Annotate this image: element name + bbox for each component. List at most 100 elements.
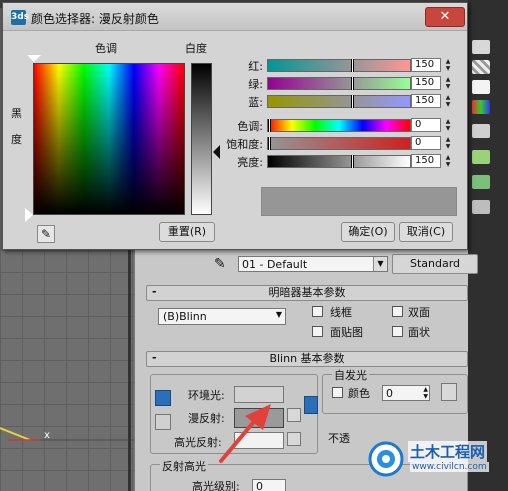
toolbar-icon-6[interactable] [472, 150, 490, 164]
shader-select[interactable]: (B)Blinn ▼ [158, 308, 286, 325]
value-spinner-arrows-icon[interactable]: ▲ ▼ [443, 154, 453, 168]
toolbar-icon-8[interactable] [472, 200, 490, 214]
blue-value-field[interactable]: 150 [411, 94, 441, 108]
hue-slider-thumb[interactable] [268, 119, 271, 132]
material-name-field[interactable]: 01 - Default ▼ [238, 256, 388, 272]
viewport-divider [128, 250, 131, 491]
dialog-titlebar[interactable]: 3ds 颜色选择器: 漫反射颜色 ✕ [3, 3, 467, 31]
blue-slider-thumb[interactable] [351, 95, 354, 108]
hue-spinner-arrows-icon[interactable]: ▲ ▼ [443, 118, 453, 132]
close-button[interactable]: ✕ [425, 7, 465, 27]
face-map-checkbox[interactable] [312, 326, 323, 337]
value-slider-thumb[interactable] [351, 155, 354, 168]
axis-x-label: x [44, 430, 50, 441]
watermark-logo-icon [368, 441, 404, 477]
spec-level-label: 高光级别: [192, 480, 240, 491]
value-value-field[interactable]: 150 [411, 154, 441, 168]
blinn-rollout-title: Blinn 基本参数 [269, 352, 345, 365]
self-illum-color-label: 颜色 [348, 387, 370, 400]
ambient-label: 环境光: [188, 389, 225, 402]
faceted-checkbox[interactable] [392, 326, 403, 337]
two-sided-checkbox[interactable] [392, 306, 403, 317]
color-preview [261, 187, 457, 216]
self-illum-label: 自发光 [332, 367, 369, 383]
wire-checkbox[interactable] [312, 306, 323, 317]
diffuse-map-button[interactable] [287, 408, 301, 422]
shader-rollout-header[interactable]: - 明暗器基本参数 [146, 285, 468, 301]
blue-slider[interactable] [267, 95, 411, 108]
blackness-marker-icon[interactable] [25, 208, 33, 222]
blue-spinner-arrows-icon[interactable]: ▲ ▼ [443, 94, 453, 108]
toolbar-icon-3[interactable] [472, 80, 490, 94]
self-illum-map-button[interactable] [441, 383, 457, 401]
blackness-label-1: 黑 [11, 107, 22, 120]
whiteness-label: 白度 [185, 42, 207, 55]
whiteness-marker-icon[interactable] [213, 145, 220, 159]
hue-marker-icon[interactable] [27, 55, 41, 62]
material-type-button[interactable]: Standard [392, 254, 478, 274]
lock-specular-icon[interactable] [155, 414, 171, 430]
watermark-url: www.civilcn.com [410, 462, 489, 472]
material-name-text: 01 - Default [242, 258, 308, 271]
color-picker-dialog: 3ds 颜色选择器: 漫反射颜色 ✕ 色调 白度 黑 度 ✎ 重置(R) 确定(… [2, 2, 468, 250]
viewport[interactable]: x [0, 250, 136, 491]
self-illum-color-checkbox[interactable] [332, 387, 343, 398]
color-icon[interactable] [472, 100, 490, 114]
ambient-swatch[interactable] [234, 386, 284, 403]
value-slider[interactable] [267, 155, 411, 168]
lock-ambient-icon[interactable] [155, 390, 171, 406]
spec-level-value: 0 [256, 480, 263, 491]
hue-slider[interactable] [267, 119, 411, 132]
reset-button[interactable]: 重置(R) [159, 222, 215, 242]
red-slider[interactable] [267, 59, 411, 72]
shader-rollout-title: 明暗器基本参数 [268, 286, 346, 299]
toolbar-icon-7[interactable] [472, 175, 490, 189]
lock-icon[interactable] [304, 396, 318, 414]
collapse-icon: - [152, 351, 157, 364]
saturation-value-field[interactable]: 0 [411, 136, 441, 150]
saturation-slider-label: 饱和度: [226, 138, 263, 151]
toolbar-icon-1[interactable] [472, 40, 490, 54]
hue-label: 色调 [95, 42, 117, 55]
app-icon: 3ds [11, 10, 29, 25]
hue-slider-label: 色调: [237, 120, 263, 133]
eyedropper-icon[interactable]: ✎ [214, 256, 226, 272]
eyedropper-icon[interactable]: ✎ [37, 225, 55, 243]
ok-button[interactable]: 确定(O) [341, 222, 395, 242]
two-sided-label: 双面 [408, 306, 430, 319]
green-spinner-arrows-icon[interactable]: ▲ ▼ [443, 76, 453, 90]
red-spinner-arrows-icon[interactable]: ▲ ▼ [443, 58, 453, 72]
face-map-label: 面贴图 [330, 326, 363, 339]
opacity-label: 不透 [328, 432, 350, 445]
chevron-down-icon: ▼ [275, 310, 282, 319]
green-slider-label: 绿: [248, 78, 263, 91]
blackness-label-2: 度 [11, 133, 22, 146]
hue-value-field[interactable]: 0 [411, 118, 441, 132]
eraser-icon[interactable] [472, 124, 490, 138]
blue-slider-label: 蓝: [248, 96, 263, 109]
checker-icon[interactable] [472, 60, 490, 74]
chevron-down-icon[interactable]: ▼ [373, 257, 387, 271]
watermark: 土木工程网 www.civilcn.com [368, 437, 504, 487]
wire-label: 线框 [330, 306, 352, 319]
red-value-field[interactable]: 150 [411, 58, 441, 72]
specular-map-button[interactable] [287, 432, 301, 446]
blinn-rollout-header[interactable]: - Blinn 基本参数 [146, 351, 468, 367]
green-slider-thumb[interactable] [351, 77, 354, 90]
spec-level-spinner[interactable]: 0 [252, 479, 286, 491]
whiteness-strip[interactable] [191, 63, 212, 215]
red-slider-thumb[interactable] [351, 59, 354, 72]
green-value-field[interactable]: 150 [411, 76, 441, 90]
green-slider[interactable] [267, 77, 411, 90]
dialog-title: 颜色选择器: 漫反射颜色 [31, 12, 159, 26]
watermark-brand: 土木工程网 [408, 441, 488, 462]
saturation-spinner-arrows-icon[interactable]: ▲ ▼ [443, 136, 453, 150]
saturation-slider[interactable] [267, 137, 411, 150]
self-illum-spinner[interactable]: 0 ▲ ▼ [382, 385, 430, 401]
collapse-icon: - [152, 285, 157, 298]
saturation-slider-thumb[interactable] [268, 137, 271, 150]
cancel-button[interactable]: 取消(C) [399, 222, 453, 242]
hue-blackness-box[interactable] [33, 63, 185, 215]
value-slider-label: 亮度: [237, 156, 263, 169]
red-slider-label: 红: [248, 60, 263, 73]
